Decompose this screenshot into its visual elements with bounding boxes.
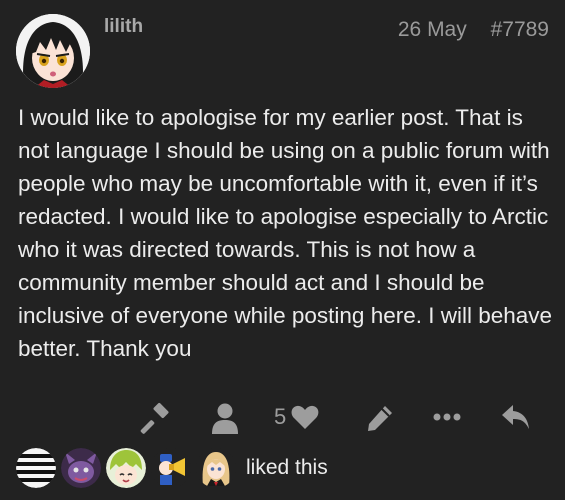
striped-avatar-icon [16, 448, 56, 488]
pencil-icon [368, 406, 392, 431]
forum-post: lilith 26 May #7789 I would like to apol… [0, 0, 565, 500]
liker-avatar[interactable] [106, 448, 146, 488]
liker-avatar[interactable] [16, 448, 56, 488]
reply-button[interactable] [500, 402, 532, 432]
liker-avatar[interactable] [151, 448, 191, 488]
more-button[interactable] [432, 402, 462, 432]
ellipsis-icon [433, 413, 461, 421]
green-hair-avatar-icon [106, 448, 146, 488]
reply-icon [502, 405, 529, 429]
liked-by-row: liked this [16, 446, 328, 490]
purple-creature-avatar-icon [61, 448, 101, 488]
user-button[interactable] [210, 402, 240, 436]
post-number[interactable]: #7789 [491, 18, 549, 41]
username[interactable]: lilith [104, 16, 143, 38]
like-count: 5 [274, 404, 287, 429]
post-date[interactable]: 26 May [398, 18, 467, 41]
anime-girl-avatar-icon [16, 14, 90, 88]
megaphone-avatar-icon [151, 448, 191, 488]
avatar[interactable] [16, 14, 90, 88]
liked-this-text: liked this [246, 456, 328, 479]
post-meta: 26 May #7789 [380, 18, 549, 42]
like-button[interactable]: 5 [274, 402, 320, 432]
post-body: I would like to apologise for my earlier… [18, 105, 553, 361]
liker-avatar[interactable] [61, 448, 101, 488]
blonde-girl-avatar-icon [196, 448, 236, 488]
user-icon [212, 403, 238, 434]
post-actions: 5 [0, 396, 565, 440]
gavel-icon [140, 402, 169, 434]
edit-button[interactable] [365, 402, 395, 434]
liker-avatar[interactable] [196, 448, 236, 488]
flag-button[interactable] [140, 402, 174, 436]
heart-icon [291, 405, 319, 429]
